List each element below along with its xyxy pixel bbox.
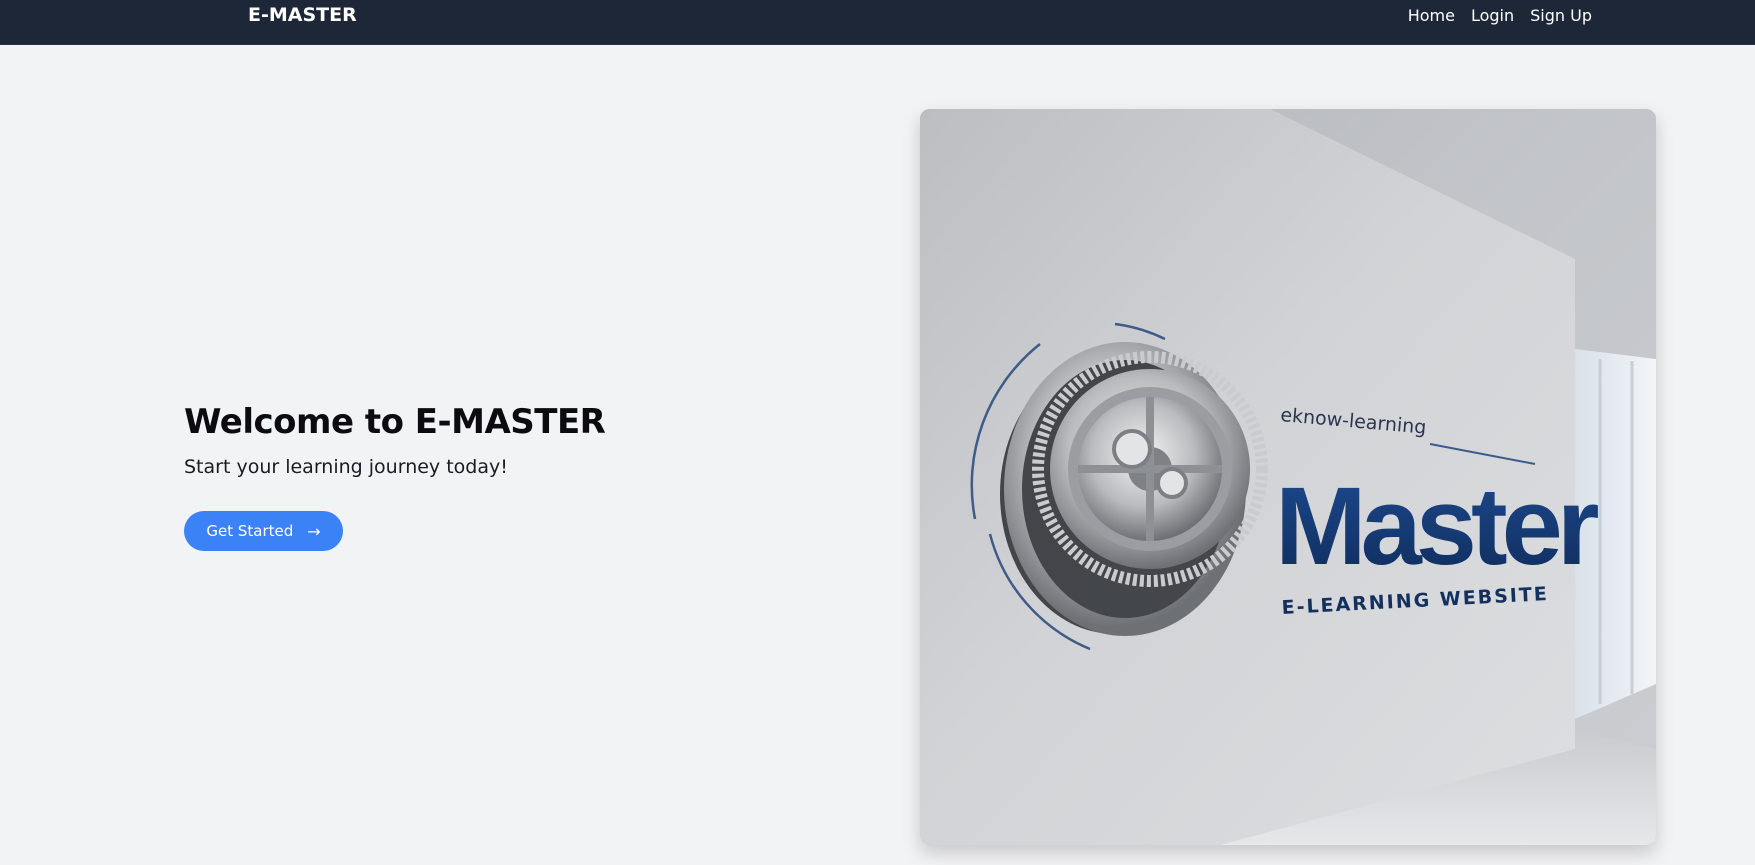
hero-logo-image: eknow-learning Master E-LEARNING WEBSITE — [920, 109, 1656, 845]
nav-link-signup[interactable]: Sign Up — [1530, 6, 1592, 25]
get-started-label: Get Started — [206, 522, 294, 540]
brand-logo-text[interactable]: E-MASTER — [248, 4, 357, 26]
hero-section: Welcome to E-MASTER Start your learning … — [184, 402, 784, 478]
hero-subtitle: Start your learning journey today! — [184, 456, 508, 478]
emaster-logo-wall-picture: eknow-learning Master E-LEARNING WEBSITE — [920, 109, 1656, 845]
nav-link-login[interactable]: Login — [1471, 6, 1514, 25]
top-navbar: E-MASTER Home Login Sign Up — [0, 0, 1755, 45]
get-started-button[interactable]: Get Started → — [184, 511, 343, 551]
logo-wordmark: Master — [1275, 465, 1599, 588]
hero-title: Welcome to E-MASTER — [184, 402, 606, 442]
nav-links: Home Login Sign Up — [1408, 6, 1592, 25]
arrow-right-icon: → — [307, 521, 321, 541]
nav-link-home[interactable]: Home — [1408, 6, 1455, 25]
